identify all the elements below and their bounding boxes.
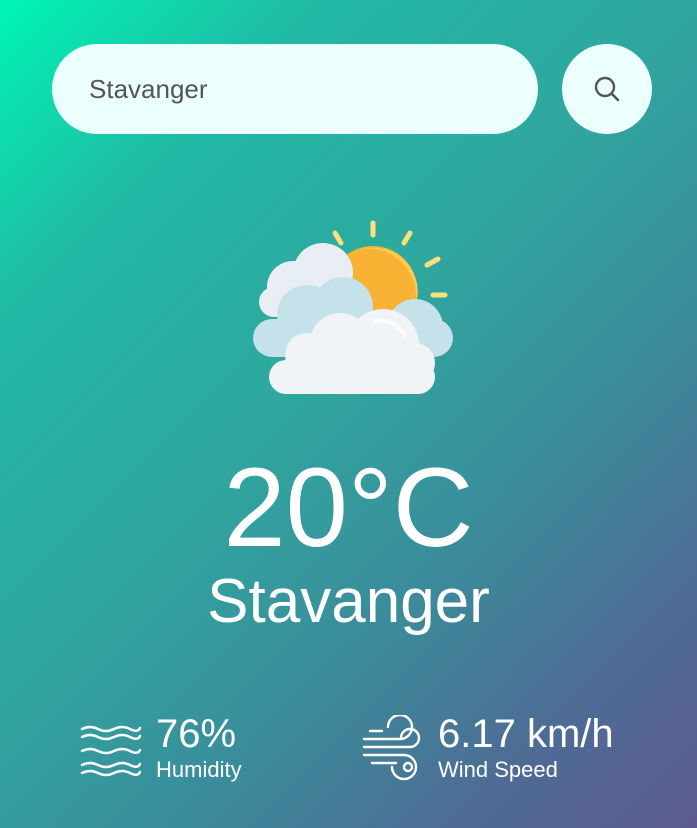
humidity-text: 76% Humidity <box>156 712 242 784</box>
wind-icon <box>362 715 421 781</box>
partly-cloudy-icon <box>253 220 453 394</box>
wind-value: 6.17 km/h <box>438 712 614 756</box>
wind-label: Wind Speed <box>438 757 558 782</box>
temperature: 20°C <box>223 445 474 570</box>
humidity-waves-icon <box>80 725 142 777</box>
humidity-label: Humidity <box>156 757 242 782</box>
wind-text: 6.17 km/h Wind Speed <box>438 712 614 784</box>
search-icon <box>594 76 620 102</box>
search-input[interactable] <box>52 44 538 134</box>
humidity-value: 76% <box>156 712 237 756</box>
search-button[interactable] <box>562 44 652 134</box>
weather-card: 20°C Stavanger 76% Humidity <box>0 0 697 828</box>
city-name: Stavanger <box>207 567 490 636</box>
wind-detail: 6.17 km/h Wind Speed <box>360 708 614 788</box>
search-bar <box>52 44 652 134</box>
humidity-detail: 76% Humidity <box>78 708 242 788</box>
